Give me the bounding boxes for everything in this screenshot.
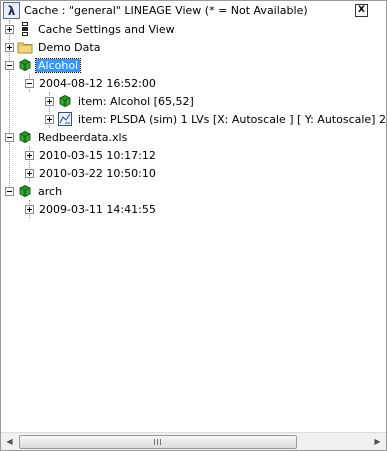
tree-item-label: 2009-03-11 14:41:55 (39, 202, 156, 216)
expand-button[interactable] (25, 204, 34, 214)
tree-item-dataset[interactable]: item: Alcohol [65,52] (45, 92, 196, 110)
tree-item-label: 2004-08-12 16:52:00 (39, 76, 156, 90)
collapse-button[interactable] (25, 78, 34, 88)
close-button[interactable]: X (355, 4, 368, 17)
tree-item-timestamp[interactable]: 2010-03-15 10:17:12 (25, 146, 158, 164)
tree-item-cache-settings[interactable]: Cache Settings and View (5, 20, 177, 38)
lambda-app-icon: λ (3, 2, 20, 19)
expand-button[interactable] (45, 114, 54, 124)
data-cube-icon (17, 129, 33, 145)
scroll-left-arrow-icon[interactable]: ◀ (1, 433, 18, 450)
tree-item-label: Demo Data (38, 40, 101, 54)
data-cube-icon (17, 183, 33, 199)
tree-item-timestamp[interactable]: 2004-08-12 16:52:00 (25, 74, 158, 92)
scrollbar-thumb[interactable] (19, 435, 297, 449)
expand-button[interactable] (45, 96, 54, 106)
title-bar: λ Cache : "general" LINEAGE View (* = No… (1, 1, 386, 20)
tree-item-label: 2010-03-15 10:17:12 (39, 148, 156, 162)
tree-item-label: arch (38, 184, 63, 198)
collapse-button[interactable] (5, 132, 14, 142)
tree-item-label: Alcohol (34, 57, 82, 73)
horizontal-scrollbar[interactable]: ◀ ▶ (1, 432, 386, 450)
tree-item-label: item: PLSDA (sim) 1 LVs [X: Autoscale ] … (78, 112, 386, 126)
expand-button[interactable] (25, 150, 34, 160)
lineage-view-window: λ Cache : "general" LINEAGE View (* = No… (0, 0, 387, 451)
tree-item-timestamp[interactable]: 2010-03-22 10:50:10 (25, 164, 158, 182)
expand-button[interactable] (25, 168, 34, 178)
tree-item-redbeerdata[interactable]: Redbeerdata.xls (5, 128, 129, 146)
collapse-button[interactable] (5, 60, 14, 70)
tree-item-alcohol[interactable]: Alcohol (5, 56, 82, 74)
expand-button[interactable] (5, 24, 14, 34)
expand-button[interactable] (5, 42, 14, 52)
grip-icon (154, 439, 161, 445)
tree-item-demo-data[interactable]: Demo Data (5, 38, 102, 56)
folder-icon (17, 39, 33, 55)
settings-icon (17, 21, 33, 37)
scroll-right-arrow-icon[interactable]: ▶ (369, 433, 386, 450)
tree-item-label: Redbeerdata.xls (38, 130, 128, 144)
tree-item-model[interactable]: item: PLSDA (sim) 1 LVs [X: Autoscale ] … (45, 110, 386, 128)
tree-item-label: 2010-03-22 10:50:10 (39, 166, 156, 180)
model-icon (57, 111, 73, 127)
tree-item-label: Cache Settings and View (38, 22, 175, 36)
collapse-button[interactable] (5, 186, 14, 196)
data-cube-icon (17, 57, 33, 73)
tree-item-timestamp[interactable]: 2009-03-11 14:41:55 (25, 200, 158, 218)
window-title: Cache : "general" LINEAGE View (* = Not … (24, 4, 308, 17)
tree-item-label: item: Alcohol [65,52] (78, 94, 194, 108)
data-cube-icon (57, 93, 73, 109)
lineage-tree[interactable]: Cache Settings and View Demo Data Alcoho… (1, 20, 386, 431)
tree-item-arch[interactable]: arch (5, 182, 64, 200)
